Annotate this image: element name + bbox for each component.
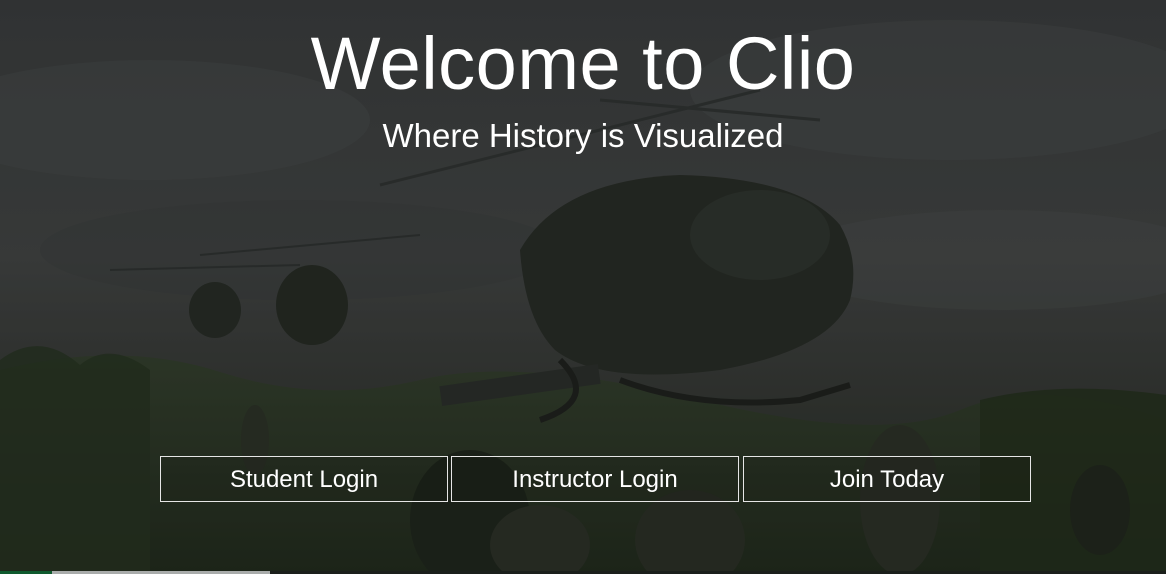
page-subtitle: Where History is Visualized <box>382 117 784 154</box>
page-title: Welcome to Clio <box>310 22 856 105</box>
instructor-login-button[interactable]: Instructor Login <box>451 456 739 502</box>
student-login-button[interactable]: Student Login <box>160 456 448 502</box>
hero-section: Welcome to Clio Where History is Visuali… <box>0 0 1166 574</box>
join-today-button[interactable]: Join Today <box>743 456 1031 502</box>
